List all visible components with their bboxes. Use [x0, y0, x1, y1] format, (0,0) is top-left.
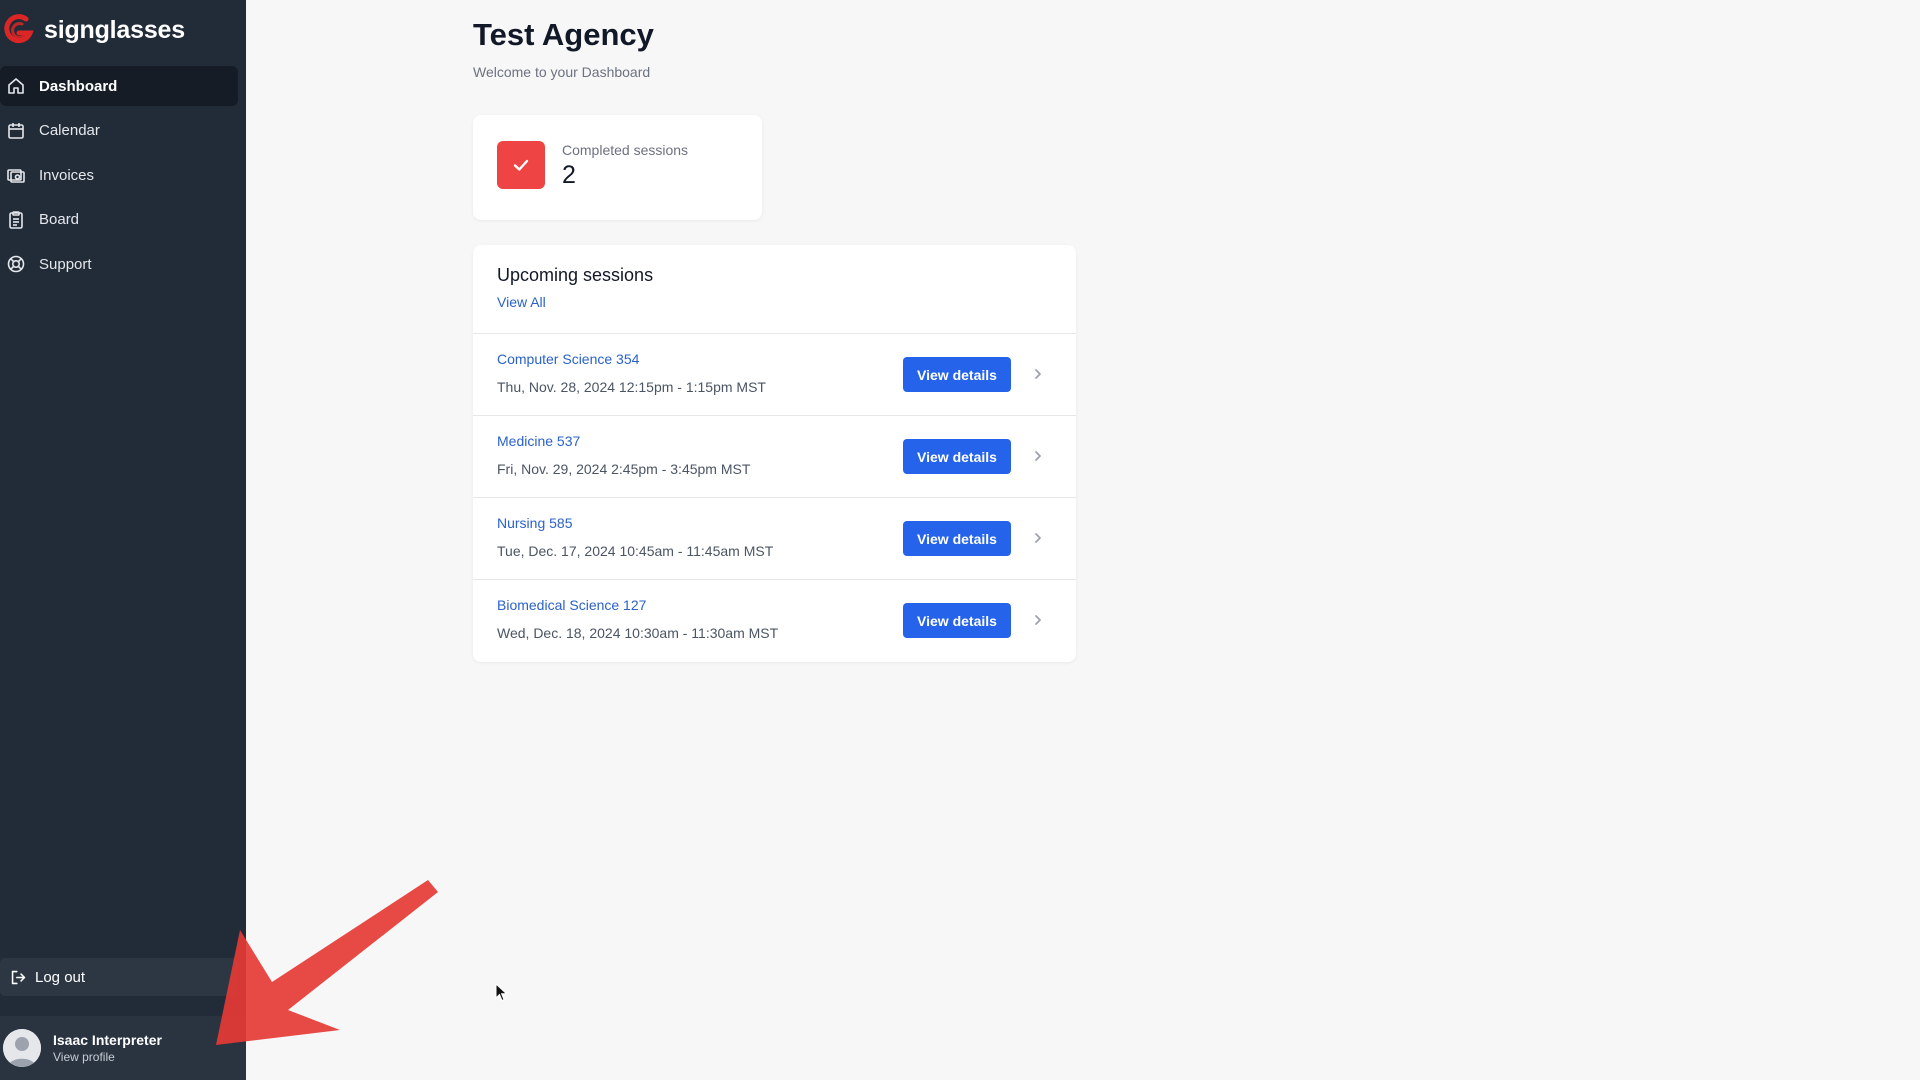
sidebar-item-label: Board — [39, 211, 80, 228]
sidebar-item-calendar[interactable]: Calendar — [0, 111, 238, 151]
upcoming-sessions-panel: Upcoming sessions View All Computer Scie… — [473, 245, 1076, 662]
chevron-right-icon[interactable] — [1030, 448, 1046, 464]
stat-value: 2 — [562, 161, 576, 189]
view-all-link[interactable]: View All — [497, 294, 546, 310]
brand-name: signglasses — [44, 15, 185, 44]
session-row[interactable]: Medicine 537 Fri, Nov. 29, 2024 2:45pm -… — [473, 416, 1076, 498]
session-time: Thu, Nov. 28, 2024 12:15pm - 1:15pm MST — [497, 379, 766, 395]
completed-sessions-badge — [497, 141, 545, 189]
home-icon — [8, 78, 24, 94]
sidebar-item-label: Support — [39, 255, 92, 273]
session-row[interactable]: Nursing 585 Tue, Dec. 17, 2024 10:45am -… — [473, 498, 1076, 580]
sidebar-item-label: Invoices — [39, 166, 95, 184]
signglasses-logo-icon — [4, 14, 34, 44]
page-subtitle: Welcome to your Dashboard — [473, 64, 651, 80]
clipboard-icon — [9, 210, 23, 229]
stat-label: Completed sessions — [562, 142, 689, 158]
view-profile-link[interactable]: View profile — [53, 1050, 162, 1064]
brand[interactable]: signglasses — [2, 12, 185, 48]
sidebar-nav: Dashboard Calendar Invoices Board Suppor… — [0, 66, 238, 289]
session-time: Wed, Dec. 18, 2024 10:30am - 11:30am MST — [497, 625, 779, 641]
view-details-button[interactable]: View details — [903, 521, 1011, 556]
session-time: Tue, Dec. 17, 2024 10:45am - 11:45am MST — [497, 543, 774, 559]
annotation-arrow-icon — [216, 880, 438, 1045]
upcoming-sessions-header: Upcoming sessions View All — [473, 245, 1076, 334]
session-row[interactable]: Biomedical Science 127 Wed, Dec. 18, 202… — [473, 580, 1076, 662]
avatar — [3, 1029, 41, 1067]
mouse-cursor-icon — [495, 983, 508, 1002]
sidebar-item-label: Dashboard — [39, 77, 118, 95]
lifebuoy-icon — [7, 255, 25, 273]
page-title: Test Agency — [473, 17, 654, 52]
view-details-button[interactable]: View details — [903, 603, 1011, 638]
logout-icon — [11, 970, 26, 984]
view-details-button[interactable]: View details — [903, 357, 1011, 392]
calendar-icon — [8, 122, 24, 139]
chevron-right-icon[interactable] — [1030, 530, 1046, 546]
profile-text: Isaac Interpreter View profile — [53, 1032, 162, 1064]
chevron-right-icon[interactable] — [1030, 612, 1046, 628]
logout-label: Log out — [35, 968, 86, 986]
check-icon — [513, 159, 529, 171]
sidebar-item-support[interactable]: Support — [0, 244, 238, 284]
sidebar-item-board[interactable]: Board — [0, 200, 238, 240]
profile-name: Isaac Interpreter — [53, 1032, 162, 1048]
invoice-icon — [7, 169, 25, 183]
session-name[interactable]: Nursing 585 — [497, 515, 573, 531]
session-name[interactable]: Biomedical Science 127 — [497, 597, 646, 613]
sidebar-item-label: Calendar — [39, 122, 100, 139]
upcoming-sessions-title: Upcoming sessions — [497, 265, 654, 285]
session-name[interactable]: Medicine 537 — [497, 433, 580, 449]
user-avatar-icon — [3, 1029, 41, 1067]
sidebar-item-dashboard[interactable]: Dashboard — [0, 66, 238, 106]
view-details-button[interactable]: View details — [903, 439, 1011, 474]
chevron-right-icon[interactable] — [1030, 366, 1046, 382]
completed-sessions-card: Completed sessions 2 — [473, 115, 762, 220]
sidebar-item-invoices[interactable]: Invoices — [0, 155, 238, 195]
session-time: Fri, Nov. 29, 2024 2:45pm - 3:45pm MST — [497, 461, 751, 477]
session-name[interactable]: Computer Science 354 — [497, 351, 639, 367]
session-row[interactable]: Computer Science 354 Thu, Nov. 28, 2024 … — [473, 334, 1076, 416]
